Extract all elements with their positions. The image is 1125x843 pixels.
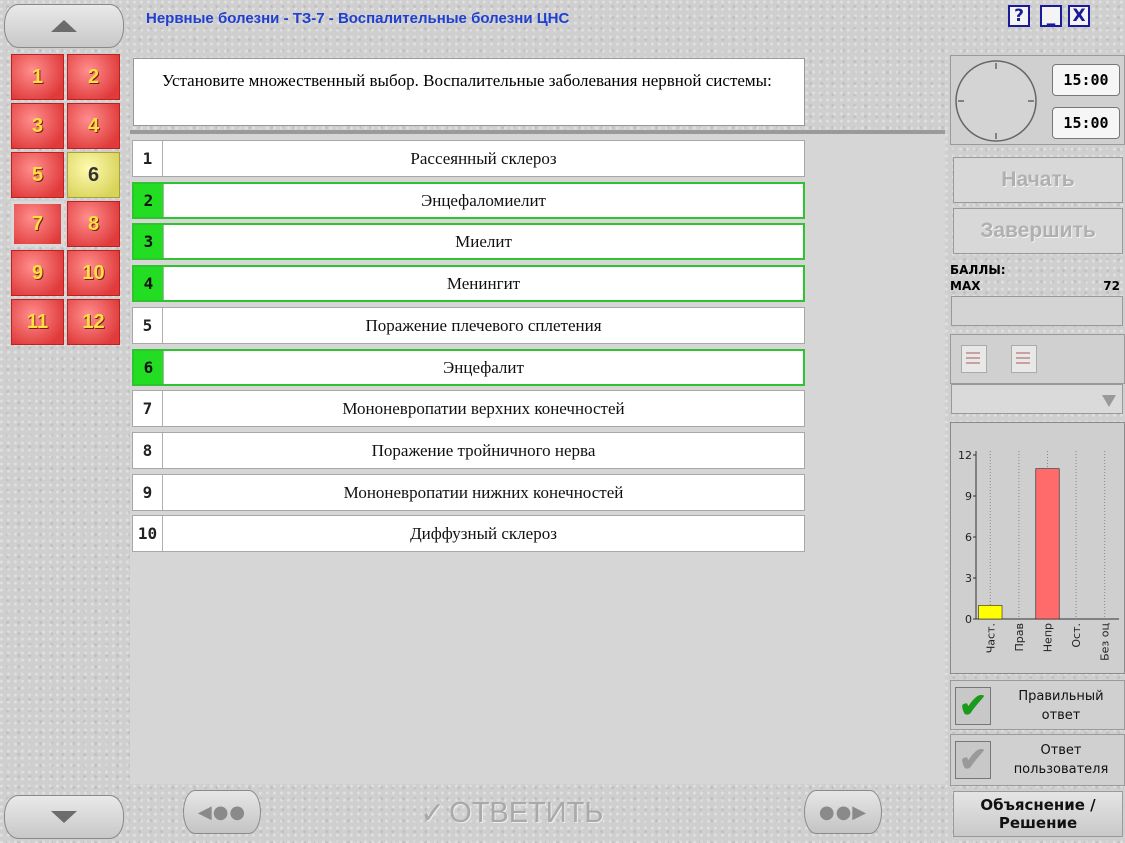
chart-bar-1 [978,605,1003,620]
submit-answer-button[interactable]: ✓ ОТВЕТИТЬ [420,796,603,831]
correct-answer-label: Правильный ответ [1018,689,1104,723]
answer-option-2[interactable]: 2 Энцефаломиелит [132,182,805,219]
question-nav-button-12[interactable]: 12 [67,299,120,345]
help-button[interactable]: ? [1008,5,1030,27]
time-remaining: 15:00 [1052,107,1120,139]
answer-text: Энцефалит [443,357,524,377]
correct-answer-toggle[interactable]: ✔ Правильный ответ [950,680,1125,730]
correct-answer-checkbox[interactable]: ✔ [955,687,991,725]
explanation-label-line1: Объяснение / [980,796,1096,814]
question-text: Установите множественный выбор. Воспалит… [133,58,805,126]
answer-option-6[interactable]: 6 Энцефалит [132,349,805,386]
scroll-up-button[interactable] [4,4,124,48]
check-icon: ✓ [420,797,446,830]
user-answer-label: Ответ пользователя [1013,743,1109,777]
score-label: БАЛЛЫ: [950,263,1006,277]
chart-category-label: Непр [1042,623,1055,652]
answer-number: 10 [133,516,163,551]
results-chart: 0 3 6 9 12 Част. Прав Непр Ост. Без оц [958,449,1119,661]
chart-y-tick-label: 12 [958,449,972,462]
answer-option-4[interactable]: 4 Менингит [132,265,805,302]
question-nav-button-2[interactable]: 2 [67,54,120,100]
answer-text: Энцефаломиелит [421,190,546,210]
explanation-button[interactable]: Объяснение / Решение [953,791,1123,837]
answer-number: 3 [134,225,164,258]
dropdown-arrow-icon [1102,395,1116,407]
document-list-icon[interactable] [961,345,987,373]
close-button[interactable]: X [1068,5,1090,27]
answer-option-3[interactable]: 3 Миелит [132,223,805,260]
answer-option-1[interactable]: 1 Рассеянный склероз [132,140,805,177]
chart-y-tick-label: 0 [965,613,972,626]
answer-number: 6 [134,351,164,384]
question-nav-button-1[interactable]: 1 [11,54,64,100]
answer-option-8[interactable]: 8 Поражение тройничного нерва [132,432,805,469]
minimize-button[interactable]: _ [1040,5,1062,27]
score-progress-bar [951,296,1123,326]
answer-number: 8 [133,433,163,468]
answer-number: 4 [134,267,164,300]
user-answer-toggle[interactable]: ✔ Ответ пользователя [950,734,1125,786]
answer-number: 5 [133,308,163,343]
arrow-up-icon [51,20,77,32]
chart-category-label: Част. [984,623,997,653]
question-nav-button-8[interactable]: 8 [67,201,120,247]
check-icon: ✔ [958,687,988,725]
explanation-label-line2: Решение [998,814,1078,832]
answer-number: 1 [133,141,163,176]
title-bar: Нервные болезни - ТЗ-7 - Воспалительные … [130,0,1125,40]
chart-category-label: Ост. [1070,623,1083,648]
answer-option-5[interactable]: 5 Поражение плечевого сплетения [132,307,805,344]
question-nav-button-9[interactable]: 9 [11,250,64,296]
answer-number: 9 [133,475,163,510]
max-score-label: MAX [950,279,981,293]
question-nav-button-6[interactable]: 6 [67,152,120,198]
scroll-down-button[interactable] [4,795,124,839]
answer-text: Диффузный склероз [410,523,557,543]
results-chart-panel: 0 3 6 9 12 Част. Прав Непр Ост. Без оц [950,422,1125,674]
max-score-value: 72 [1103,279,1120,293]
answer-text: Мононевропатии нижних конечностей [343,482,624,502]
start-button[interactable]: Начать [953,157,1123,203]
document-toolbar [950,334,1125,384]
answer-number: 2 [134,184,164,217]
answer-text: Поражение плечевого сплетения [365,315,602,335]
answer-option-10[interactable]: 10 Диффузный склероз [132,515,805,552]
check-icon: ✔ [958,741,988,779]
answer-text: Рассеянный склероз [410,148,557,168]
answer-number: 7 [133,391,163,426]
question-nav-button-10[interactable]: 10 [67,250,120,296]
time-total: 15:00 [1052,64,1120,96]
answer-text: Мононевропатии верхних конечностей [342,398,625,418]
user-answer-checkbox[interactable]: ✔ [955,741,991,779]
answer-option-7[interactable]: 7 Мононевропатии верхних конечностей [132,390,805,427]
question-nav-button-4[interactable]: 4 [67,103,120,149]
chart-category-label: Без оц [1099,623,1112,661]
filter-dropdown[interactable] [951,384,1123,414]
question-nav-button-3[interactable]: 3 [11,103,64,149]
answer-text: Менингит [446,273,521,293]
chart-y-tick-label: 3 [965,572,972,585]
answer-text: Поражение тройничного нерва [371,440,596,460]
window-title: Нервные болезни - ТЗ-7 - Воспалительные … [146,10,570,27]
answer-text: Миелит [455,231,512,251]
question-nav-button-7[interactable]: 7 [11,201,64,247]
submit-answer-label: ОТВЕТИТЬ [449,797,604,829]
previous-question-button[interactable]: ◀●● [183,790,261,834]
next-question-button[interactable]: ●●▶ [804,790,882,834]
clock-icon [955,60,1037,142]
timer-panel: 15:00 15:00 [950,55,1125,145]
finish-button[interactable]: Завершить [953,208,1123,254]
chart-bar-3 [1035,468,1060,620]
chart-y-tick-label: 6 [965,531,972,544]
chart-y-tick-label: 9 [965,490,972,503]
answer-option-9[interactable]: 9 Мононевропатии нижних конечностей [132,474,805,511]
question-nav-button-11[interactable]: 11 [11,299,64,345]
chart-category-label: Прав [1013,623,1026,651]
arrow-down-icon [51,811,77,823]
question-nav-button-5[interactable]: 5 [11,152,64,198]
document-info-icon[interactable] [1011,345,1037,373]
